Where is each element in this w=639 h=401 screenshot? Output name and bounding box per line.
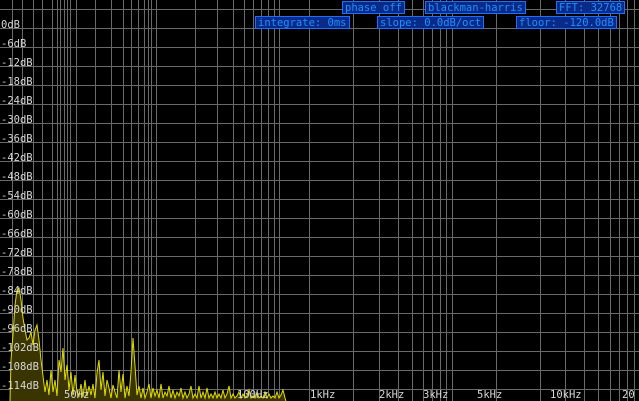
db-label: -114dB xyxy=(1,380,39,392)
freq-label: 1kHz xyxy=(310,389,336,401)
db-label: -96dB xyxy=(1,323,33,335)
freq-label: 50Hz xyxy=(64,389,90,401)
db-label: -36dB xyxy=(1,133,33,145)
grid-lines xyxy=(0,0,639,401)
db-label: -84dB xyxy=(1,285,33,297)
db-label: -78dB xyxy=(1,266,33,278)
slope-control[interactable]: slope: 0.0dB/oct xyxy=(377,16,485,29)
freq-label: 5kHz xyxy=(477,389,503,401)
db-label: -48dB xyxy=(1,171,33,183)
freq-label: 20 xyxy=(622,389,635,401)
db-label: -54dB xyxy=(1,190,33,202)
freq-label: 3kHz xyxy=(423,389,449,401)
db-label: -66dB xyxy=(1,228,33,240)
db-label: -60dB xyxy=(1,209,33,221)
db-label: -30dB xyxy=(1,114,33,126)
floor-control[interactable]: floor: -120.0dB xyxy=(516,16,617,29)
freq-label: 10kHz xyxy=(550,389,582,401)
phase-toggle[interactable]: phase off xyxy=(342,1,405,14)
integrate-control[interactable]: integrate: 0ms xyxy=(255,16,350,29)
db-label: 0dB xyxy=(1,19,20,31)
db-label: -72dB xyxy=(1,247,33,259)
fft-size-select[interactable]: FFT: 32768 xyxy=(556,1,626,14)
freq-label: 100Hz xyxy=(237,389,269,401)
db-label: -18dB xyxy=(1,76,33,88)
db-label: -6dB xyxy=(1,38,27,50)
db-label: -12dB xyxy=(1,57,33,69)
db-label: -108dB xyxy=(1,361,39,373)
db-label: -42dB xyxy=(1,152,33,164)
spectrum-analyzer: 0dB -6dB -12dB -18dB -24dB -30dB -36dB -… xyxy=(0,0,639,401)
freq-label: 2kHz xyxy=(379,389,405,401)
db-label: -24dB xyxy=(1,95,33,107)
db-label: -102dB xyxy=(1,342,39,354)
window-select[interactable]: blackman-harris xyxy=(425,1,526,14)
db-label: -90dB xyxy=(1,304,33,316)
spectrum-plot[interactable] xyxy=(0,0,639,401)
